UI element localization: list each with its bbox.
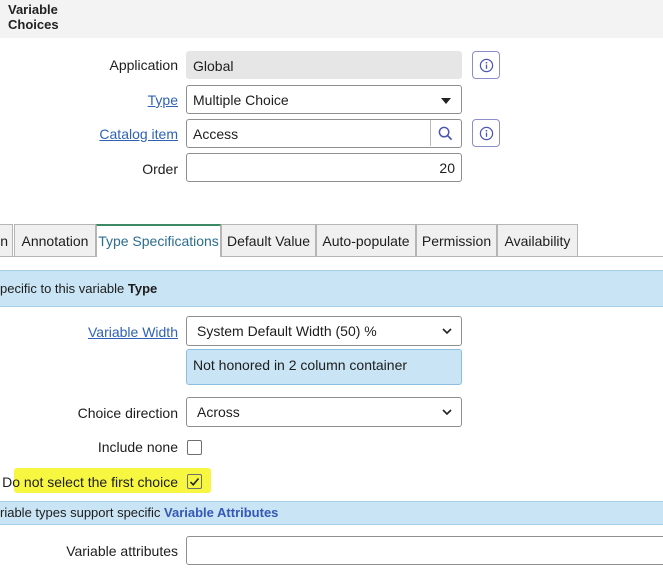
type-section-text: pecific to this variable [0, 281, 128, 296]
attributes-section-text: riable types support specific [0, 505, 165, 520]
variable-width-select[interactable]: System Default Width (50) % [186, 316, 462, 346]
catalog-item-label-link[interactable]: Catalog item [99, 126, 178, 142]
form-title-line2: Choices [8, 17, 59, 32]
checkmark-icon [189, 477, 200, 486]
order-field[interactable]: 20 [186, 153, 462, 182]
form-header [0, 0, 663, 38]
tab-availability[interactable]: Availability [497, 224, 578, 256]
first-choice-label: Do not select the first choice [2, 474, 178, 490]
type-section-bold: Type [127, 281, 158, 296]
choice-direction-value: Across [197, 404, 240, 420]
catalog-item-field[interactable]: Access [186, 119, 462, 148]
application-field: Global [186, 51, 462, 79]
catalog-item-value: Access [193, 126, 239, 142]
tab-type-specifications[interactable]: Type Specifications [96, 224, 221, 257]
attributes-section-band: riable types support specific Variable A… [0, 501, 663, 525]
variable-attributes-label: Variable attributes [66, 543, 178, 559]
variable-attributes-field[interactable] [186, 536, 663, 565]
variable-width-note: Not honored in 2 column container [186, 349, 462, 385]
tab-default-value[interactable]: Default Value [221, 224, 316, 256]
form-title: Variable Choices [8, 2, 59, 32]
chevron-down-icon [442, 409, 452, 416]
first-choice-checkbox[interactable] [187, 474, 202, 489]
tab-annotation[interactable]: Annotation [14, 224, 96, 256]
variable-attributes-link[interactable]: Variable Attributes [164, 505, 278, 520]
variable-width-value: System Default Width (50) % [197, 323, 377, 339]
include-none-checkbox[interactable] [187, 440, 202, 455]
include-none-label: Include none [97, 439, 178, 455]
type-section-band: pecific to this variable Type [0, 270, 663, 307]
application-label: Application [109, 57, 179, 73]
tab-partial[interactable]: n [0, 224, 13, 256]
type-label-link[interactable]: Type [148, 92, 178, 108]
catalog-item-lookup-button[interactable] [430, 120, 461, 146]
type-select-value: Multiple Choice [193, 92, 289, 108]
choice-direction-label: Choice direction [77, 405, 178, 421]
tab-permission[interactable]: Permission [416, 224, 497, 256]
choice-direction-select[interactable]: Across [186, 397, 462, 427]
type-select[interactable]: Multiple Choice [186, 85, 462, 114]
application-info-button[interactable] [472, 51, 500, 79]
order-label: Order [142, 161, 178, 177]
info-icon [479, 126, 494, 141]
dropdown-caret-icon [441, 98, 451, 104]
search-icon [438, 126, 453, 141]
variable-width-label-link[interactable]: Variable Width [88, 324, 178, 340]
info-icon [479, 58, 494, 73]
form-title-line1: Variable [8, 2, 58, 17]
tab-auto-populate[interactable]: Auto-populate [316, 224, 416, 256]
catalog-item-info-button[interactable] [472, 119, 500, 147]
chevron-down-icon [442, 328, 452, 335]
